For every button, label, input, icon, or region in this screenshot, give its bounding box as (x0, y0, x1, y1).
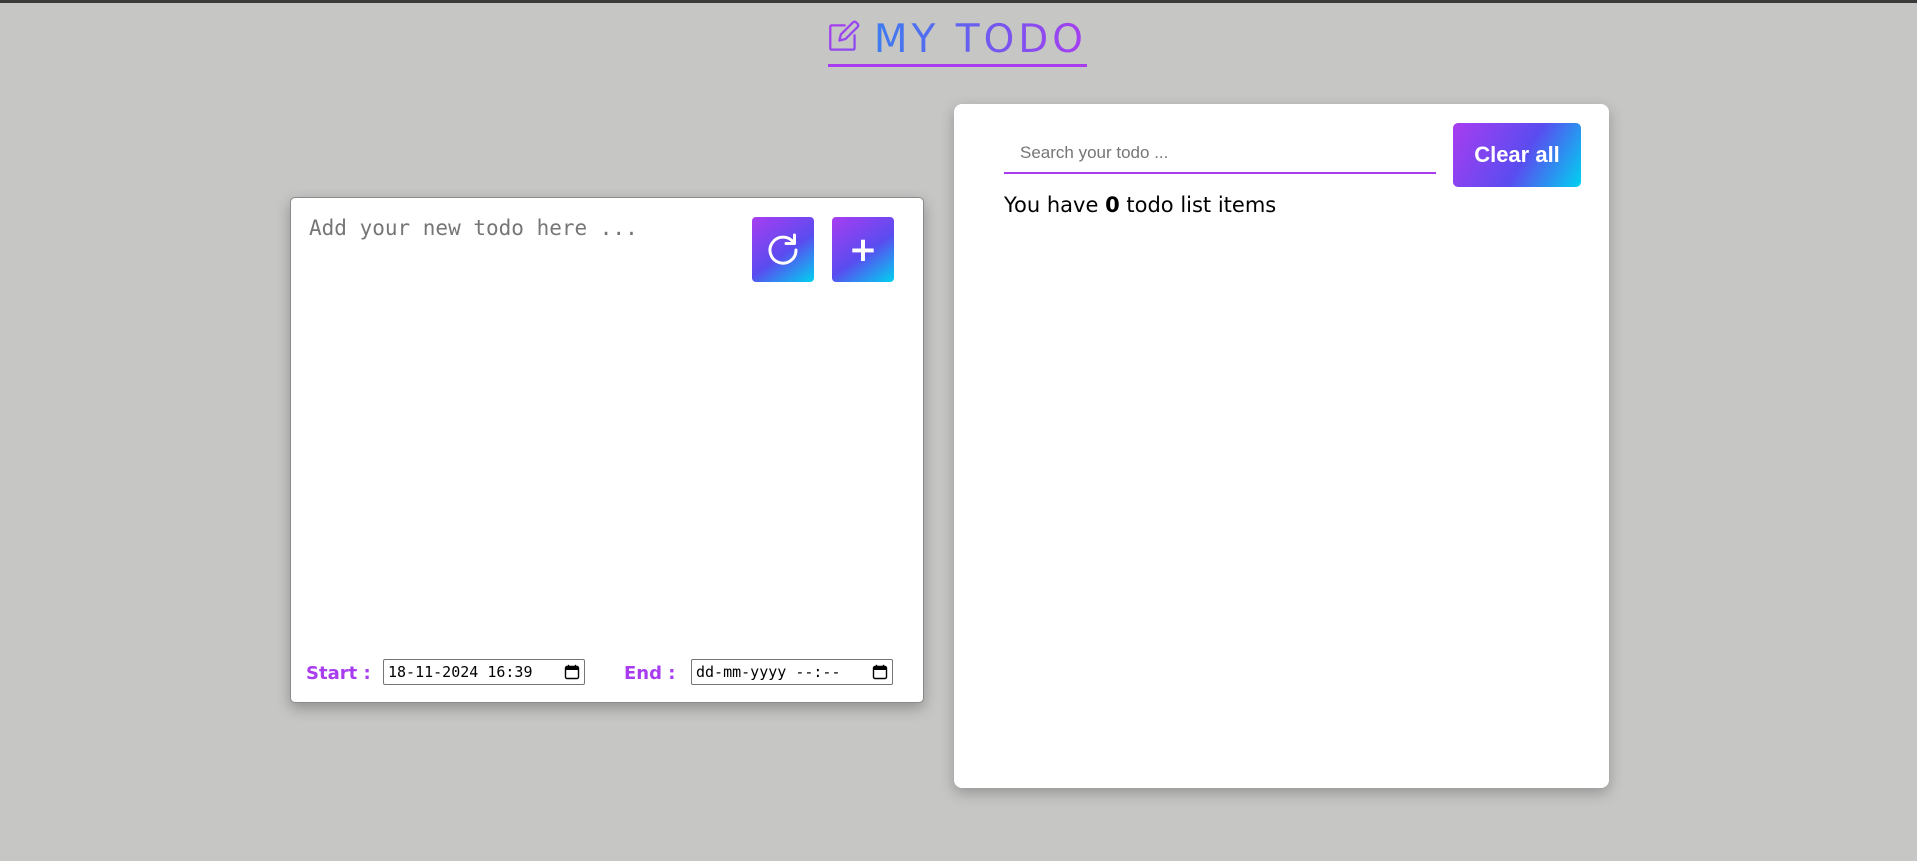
todo-count-number: 0 (1105, 193, 1120, 217)
start-label: Start : (306, 663, 371, 684)
add-todo-button[interactable]: + (832, 217, 894, 282)
end-label: End : (624, 663, 676, 684)
start-datetime-input[interactable]: 18-11-2024 16:39 (383, 659, 585, 685)
search-input[interactable] (1004, 134, 1436, 174)
start-datetime-value: 18-11-2024 16:39 (388, 663, 533, 681)
calendar-icon[interactable] (564, 664, 580, 680)
refresh-button[interactable] (752, 217, 814, 282)
end-datetime-value: dd-mm-yyyy --:-- (696, 663, 841, 681)
todo-count-suffix: todo list items (1119, 193, 1277, 217)
edit-icon (829, 20, 860, 51)
todo-count-prefix: You have (1004, 193, 1106, 217)
clear-all-button[interactable]: Clear all (1453, 123, 1581, 187)
window-top-border (0, 0, 1917, 3)
end-datetime-input[interactable]: dd-mm-yyyy --:-- (691, 659, 893, 685)
add-todo-card: + Start : 18-11-2024 16:39 End : dd-mm-y… (290, 197, 924, 703)
refresh-icon (768, 233, 798, 265)
new-todo-input[interactable] (309, 216, 739, 636)
todo-list-card: Clear all You have 0 todo list items (954, 104, 1609, 788)
todo-count-text: You have 0 todo list items (1004, 193, 1276, 217)
app-header: MY TODO (828, 15, 1087, 67)
plus-icon: + (848, 229, 878, 270)
calendar-icon[interactable] (872, 664, 888, 680)
app-title: MY TODO (873, 17, 1087, 62)
